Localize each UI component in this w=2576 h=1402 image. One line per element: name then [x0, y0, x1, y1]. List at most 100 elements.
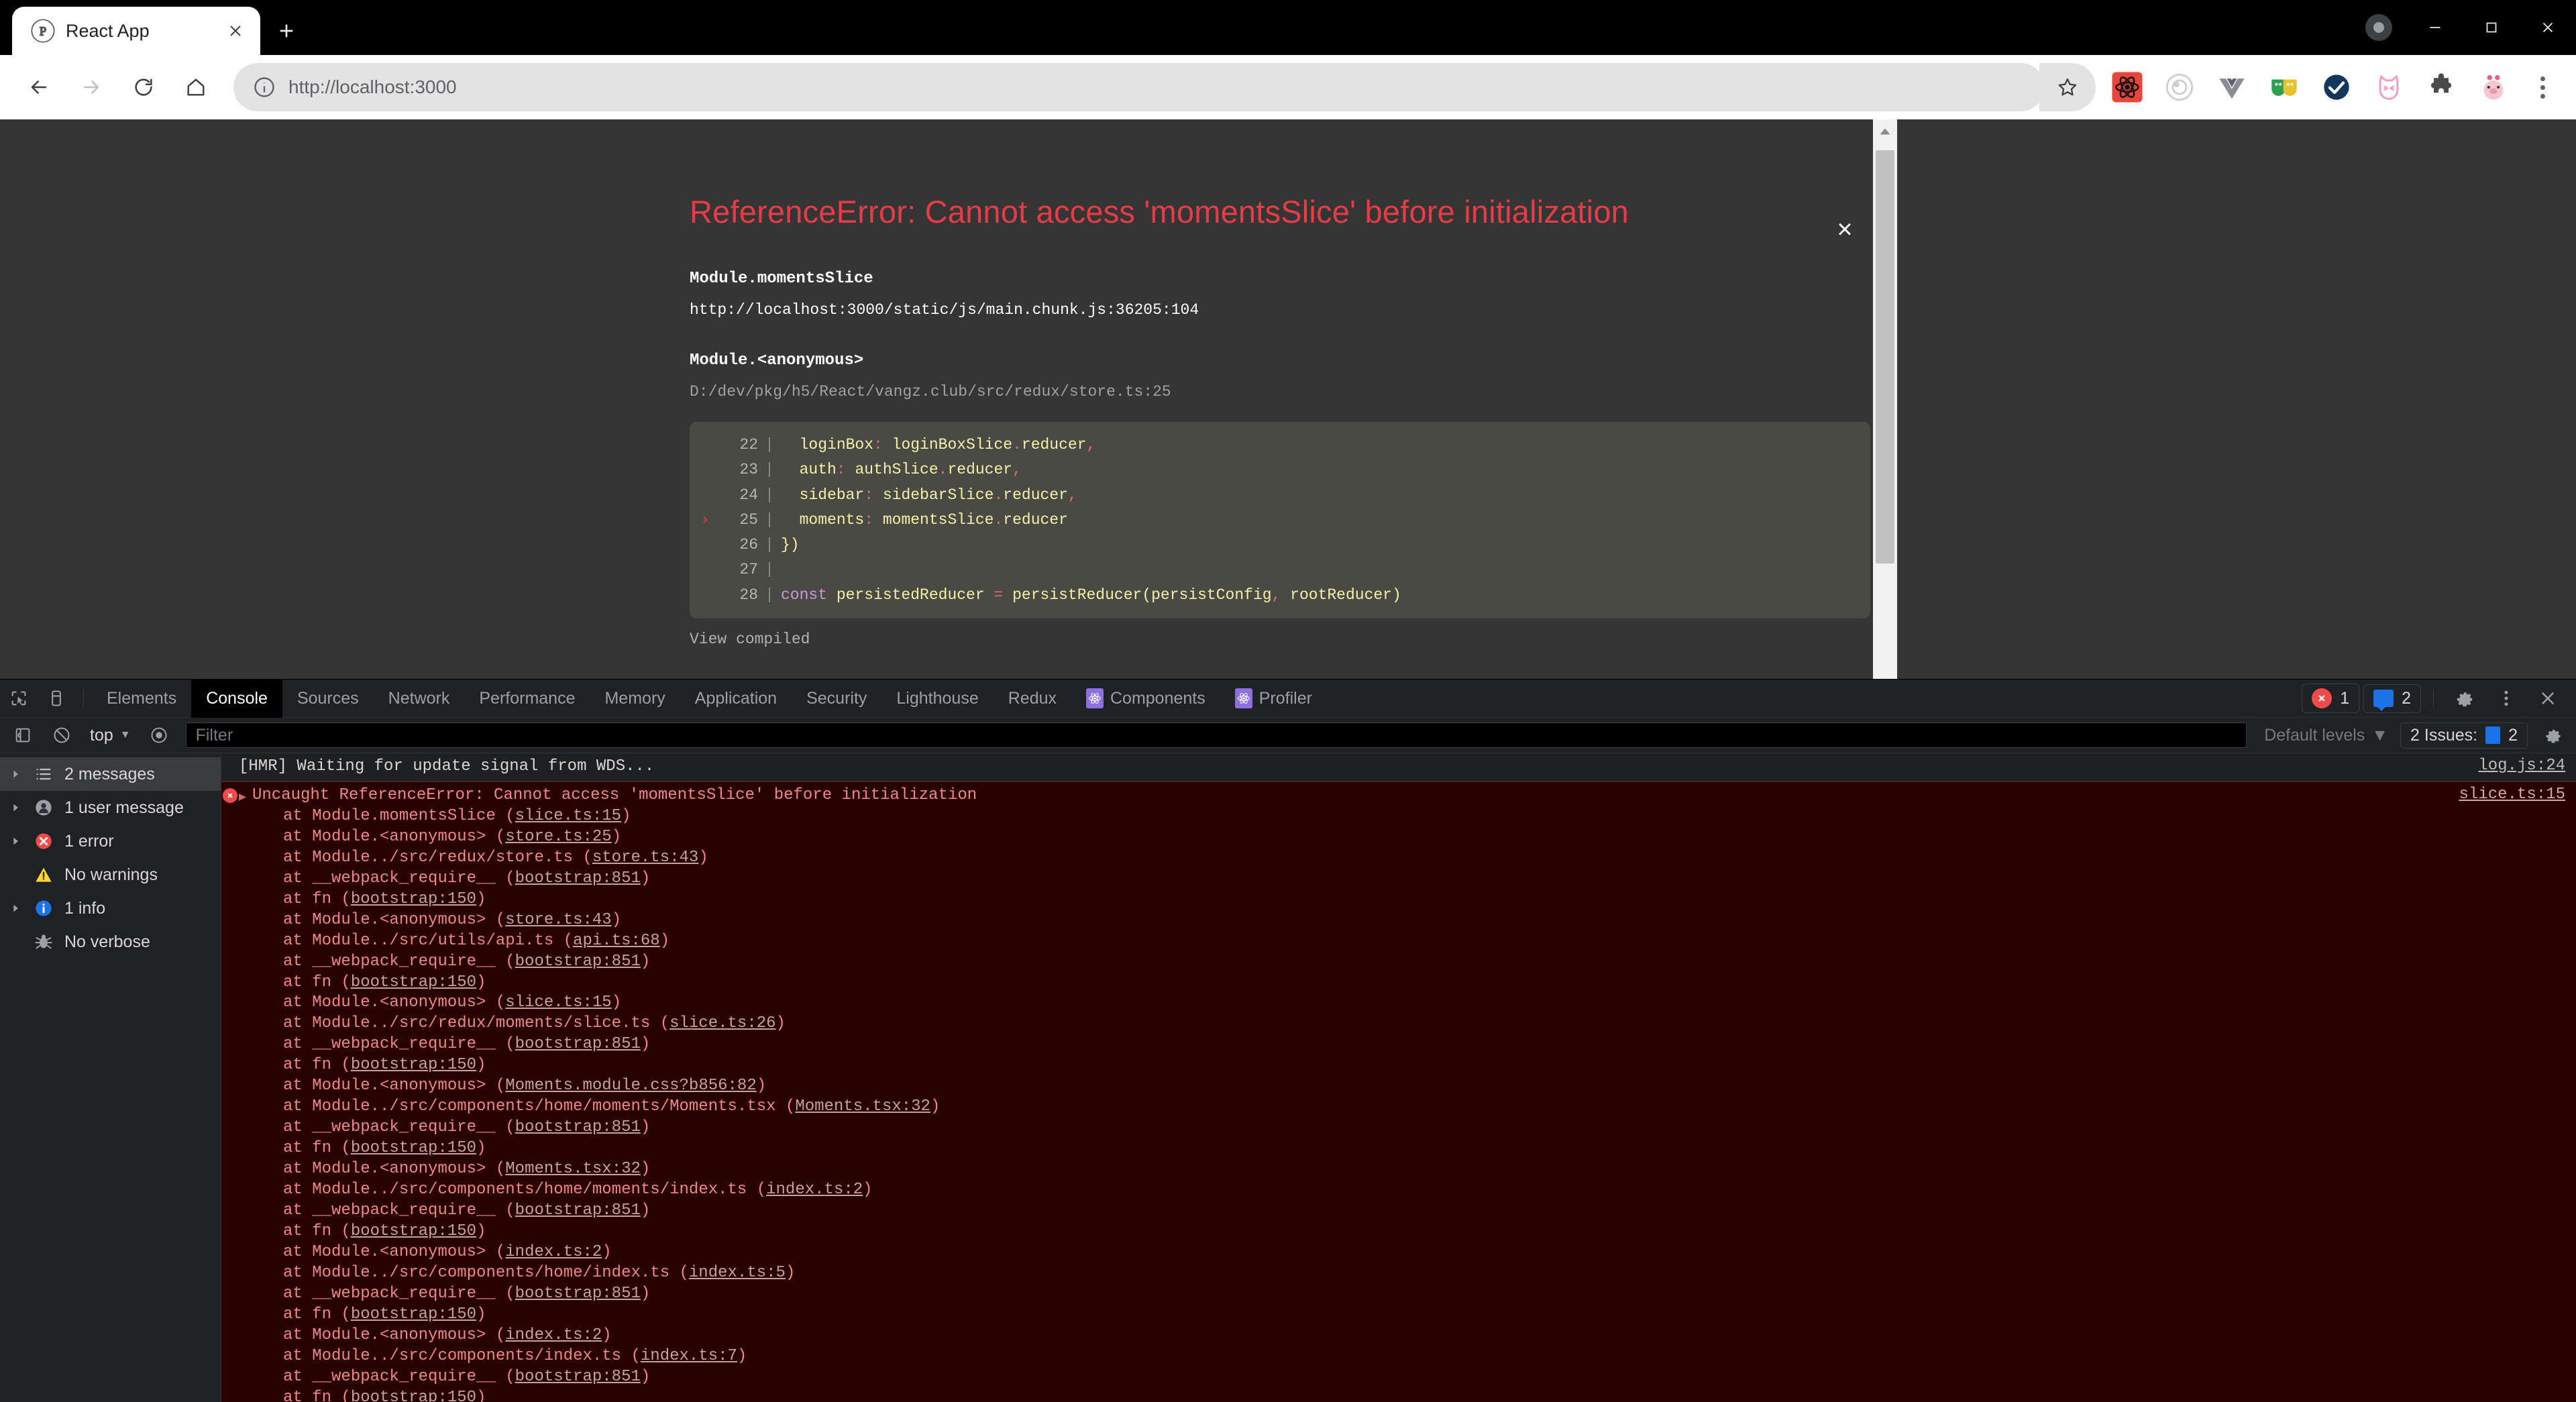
- stack-source-link[interactable]: bootstrap:150: [351, 1139, 476, 1157]
- view-compiled-link[interactable]: View compiled: [690, 631, 1870, 648]
- stack-source-link[interactable]: bootstrap:851: [515, 953, 641, 971]
- stack-source-link[interactable]: bootstrap:851: [515, 1035, 641, 1053]
- stack-source-link[interactable]: slice.ts:26: [669, 1014, 775, 1032]
- sidebar-item-no-verbose[interactable]: No verbose: [0, 925, 221, 959]
- tab-close-icon[interactable]: [220, 15, 251, 46]
- twisty-icon[interactable]: [8, 802, 23, 813]
- stack-source-link[interactable]: api.ts:68: [573, 932, 660, 950]
- puzzle-icon[interactable]: [2420, 66, 2462, 108]
- stack-source-link[interactable]: Moments.tsx:32: [795, 1097, 930, 1116]
- pig-icon[interactable]: [2473, 66, 2514, 108]
- stack-source-link[interactable]: index.ts:2: [505, 1326, 602, 1344]
- stack-source-link[interactable]: bootstrap:851: [515, 869, 641, 887]
- stack-source-link[interactable]: bootstrap:150: [351, 973, 476, 991]
- stack-source-link[interactable]: Moments.tsx:32: [505, 1160, 641, 1178]
- inspect-element-icon[interactable]: [0, 680, 38, 718]
- stack-frame-text: ): [863, 1181, 873, 1199]
- tab-console[interactable]: Console: [191, 679, 282, 718]
- scrollbar-thumb[interactable]: [1876, 150, 1894, 563]
- stack-source-link[interactable]: bootstrap:851: [515, 1368, 641, 1386]
- browser-menu-icon[interactable]: [2524, 66, 2561, 108]
- tab-redux[interactable]: Redux: [994, 680, 1071, 718]
- log-source-link[interactable]: log.js:24: [2478, 757, 2565, 775]
- console-settings-icon[interactable]: [2536, 718, 2571, 753]
- tab-sources[interactable]: Sources: [282, 680, 374, 718]
- devtools-menu-icon[interactable]: [2487, 680, 2525, 718]
- toggle-device-toolbar-icon[interactable]: [38, 680, 75, 718]
- tab-memory[interactable]: Memory: [590, 680, 680, 718]
- console-sidebar-toggle-icon[interactable]: [5, 718, 40, 753]
- twisty-icon[interactable]: [8, 836, 23, 847]
- check-circle-icon[interactable]: [2316, 66, 2357, 108]
- orbit-icon[interactable]: [2159, 66, 2200, 108]
- error-count-badge[interactable]: 1: [2302, 684, 2360, 713]
- tab-components[interactable]: Components: [1071, 680, 1220, 718]
- issues-badge[interactable]: 2 Issues: 2: [2400, 722, 2528, 749]
- log-levels-selector[interactable]: Default levels ▼: [2256, 726, 2396, 745]
- sidebar-item-1-info[interactable]: 1 info: [0, 892, 221, 925]
- stack-source-link[interactable]: bootstrap:150: [351, 1222, 476, 1240]
- stack-source-link[interactable]: index.ts:5: [689, 1264, 786, 1282]
- home-icon[interactable]: [172, 63, 220, 111]
- sidebar-item-1-error[interactable]: 1 error: [0, 824, 221, 858]
- tab-lighthouse[interactable]: Lighthouse: [881, 680, 993, 718]
- stack-source-link[interactable]: bootstrap:851: [515, 1201, 641, 1220]
- vue-devtools-icon[interactable]: [2211, 66, 2253, 108]
- sidebar-item-1-user-message[interactable]: 1 user message: [0, 791, 221, 824]
- stack-source-link[interactable]: index.ts:2: [505, 1243, 602, 1261]
- tab-network[interactable]: Network: [374, 680, 465, 718]
- stack-source-link[interactable]: index.ts:2: [766, 1181, 863, 1199]
- stack-source-link[interactable]: index.ts:7: [641, 1347, 737, 1365]
- bookmark-star-icon[interactable]: [2039, 63, 2096, 111]
- close-devtools-icon[interactable]: [2529, 680, 2567, 718]
- execution-context-selector[interactable]: top ▼: [83, 726, 138, 745]
- stack-source-link[interactable]: store.ts:25: [505, 828, 611, 846]
- console-filter-input[interactable]: Filter: [185, 722, 2247, 748]
- address-bar[interactable]: http://localhost:3000: [233, 63, 2045, 111]
- tab-security[interactable]: Security: [792, 680, 881, 718]
- stack-source-link[interactable]: bootstrap:150: [351, 1305, 476, 1324]
- back-arrow-icon[interactable]: [15, 63, 63, 111]
- minimize-button[interactable]: [2407, 0, 2463, 55]
- theater-masks-icon[interactable]: [2263, 66, 2305, 108]
- new-tab-button[interactable]: [260, 7, 313, 55]
- stack-source-link[interactable]: store.ts:43: [505, 911, 611, 929]
- message-count-badge[interactable]: 2: [2363, 684, 2421, 713]
- stack-source-link[interactable]: bootstrap:150: [351, 1056, 476, 1074]
- stack-source-link[interactable]: bootstrap:851: [515, 1118, 641, 1136]
- recording-indicator[interactable]: [2351, 0, 2407, 55]
- forward-arrow-icon[interactable]: [67, 63, 115, 111]
- tab-performance[interactable]: Performance: [464, 680, 590, 718]
- expand-triangle-icon[interactable]: ▶: [239, 786, 252, 804]
- sidebar-item-2-messages[interactable]: 2 messages: [0, 757, 221, 791]
- error-source-link[interactable]: slice.ts:15: [2459, 786, 2565, 804]
- cat-icon[interactable]: [2368, 66, 2410, 108]
- sidebar-item-no-warnings[interactable]: No warnings: [0, 858, 221, 892]
- tab-profiler[interactable]: Profiler: [1220, 680, 1327, 718]
- scroll-up-icon[interactable]: [1873, 119, 1897, 144]
- twisty-icon[interactable]: [8, 903, 23, 914]
- console-error-row[interactable]: ▶ Uncaught ReferenceError: Cannot access …: [221, 781, 2576, 1402]
- stack-source-link[interactable]: bootstrap:150: [351, 1389, 476, 1402]
- stack-source-link[interactable]: slice.ts:15: [515, 807, 621, 825]
- reload-icon[interactable]: [119, 63, 168, 111]
- browser-tab[interactable]: P React App: [12, 7, 260, 55]
- gear-icon[interactable]: [2446, 680, 2483, 718]
- tab-elements[interactable]: Elements: [92, 680, 191, 718]
- twisty-icon[interactable]: [8, 769, 23, 779]
- stack-source-link[interactable]: Moments.module.css?b856:82: [505, 1077, 756, 1095]
- stack-source-link[interactable]: bootstrap:851: [515, 1285, 641, 1303]
- overlay-scrollbar[interactable]: [1873, 119, 1897, 679]
- stack-source-link[interactable]: bootstrap:150: [351, 890, 476, 908]
- close-overlay-button[interactable]: ×: [1825, 212, 1865, 252]
- stack-source-link[interactable]: store.ts:43: [592, 849, 698, 867]
- stack-source-link[interactable]: slice.ts:15: [505, 993, 611, 1012]
- react-devtools-icon[interactable]: [2106, 66, 2148, 108]
- tab-application[interactable]: Application: [680, 680, 792, 718]
- live-expression-icon[interactable]: [142, 718, 176, 753]
- maximize-button[interactable]: [2463, 0, 2520, 55]
- close-window-button[interactable]: [2520, 0, 2576, 55]
- info-circle-icon[interactable]: [252, 75, 276, 99]
- clear-console-icon[interactable]: [44, 718, 79, 753]
- console-log-row[interactable]: [HMR] Waiting for update signal from WDS…: [221, 753, 2576, 781]
